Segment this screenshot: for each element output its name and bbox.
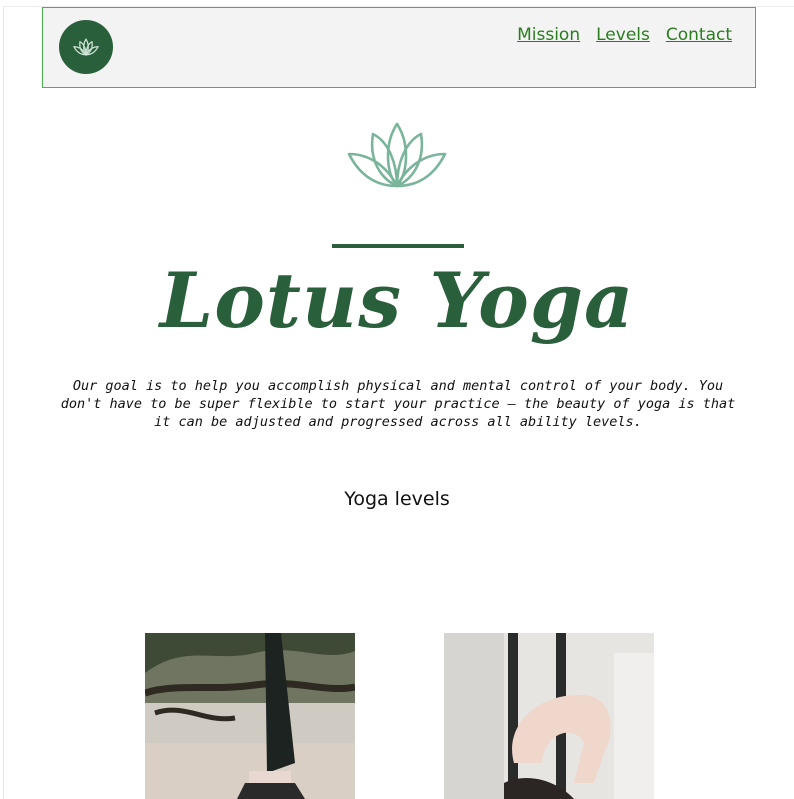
yoga-level-photo [145,633,355,799]
section-heading-levels: Yoga levels [344,488,450,510]
nav-link-levels[interactable]: Levels [596,25,650,45]
nav-link-contact[interactable]: Contact [666,25,732,45]
lotus-icon [347,122,447,188]
mission-statement: Our goal is to help you accomplish physi… [60,378,736,430]
navbar: Mission Levels Contact [42,7,756,88]
logo-badge[interactable] [59,20,113,74]
site-title: Lotus Yoga [159,256,635,345]
lotus-icon [73,38,99,56]
title-divider [332,244,464,248]
nav-link-mission[interactable]: Mission [517,25,580,45]
yoga-level-photo [444,633,654,799]
nav-links: Mission Levels Contact [517,25,732,45]
